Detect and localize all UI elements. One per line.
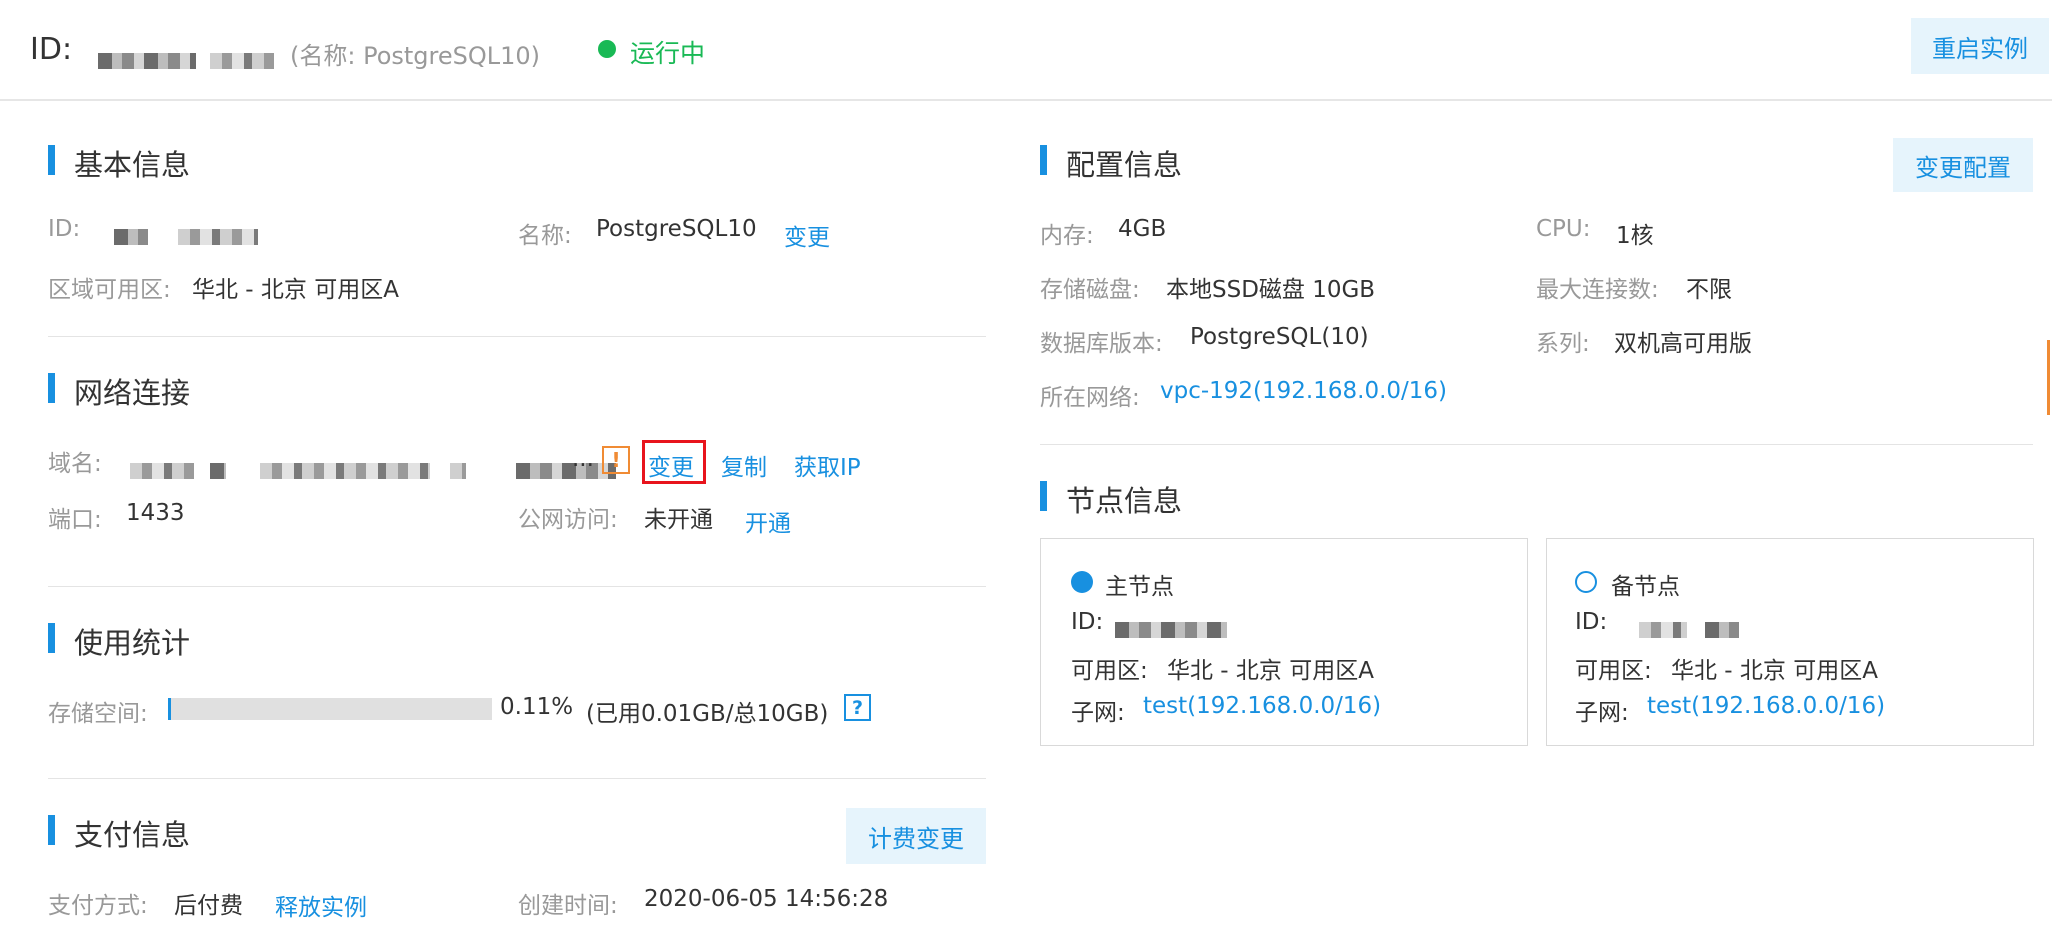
payment-title: 支付信息	[48, 812, 190, 854]
divider	[1040, 444, 2033, 445]
primary-node-zone-label: 可用区:	[1071, 658, 1148, 684]
memory-value: 4GB	[1118, 216, 1167, 242]
primary-node-card: 主节点 ID: 可用区: 华北 - 北京 可用区A 子网: test(192.1…	[1040, 538, 1528, 746]
primary-node-subnet-label: 子网:	[1071, 700, 1125, 726]
divider	[48, 336, 986, 337]
standby-node-dot-icon	[1575, 571, 1597, 593]
change-domain-link[interactable]: 变更	[648, 448, 694, 482]
network-label: 所在网络:	[1040, 385, 1140, 411]
help-icon[interactable]: ?	[844, 694, 871, 721]
zone-value: 华北 - 北京 可用区A	[192, 277, 399, 303]
vpc-link[interactable]: vpc-192(192.168.0.0/16)	[1160, 378, 1447, 404]
payment-method-label: 支付方式:	[48, 893, 148, 919]
standby-node-id-masked	[1639, 615, 1739, 643]
standby-node-subnet-label: 子网:	[1575, 700, 1629, 726]
domain-ellipsis: ...	[572, 446, 594, 472]
payment-method-value: 后付费	[174, 893, 243, 919]
warning-icon: !	[602, 446, 630, 474]
standby-node-subnet-link[interactable]: test(192.168.0.0/16)	[1647, 693, 1885, 719]
domain-masked	[130, 456, 616, 484]
divider	[48, 586, 986, 587]
primary-node-id-label: ID:	[1071, 609, 1104, 635]
port-value: 1433	[126, 500, 185, 526]
disk-label: 存储磁盘:	[1040, 277, 1140, 303]
standby-node-card: 备节点 ID: 可用区: 华北 - 北京 可用区A 子网: test(192.1…	[1546, 538, 2034, 746]
public-access-label: 公网访问:	[518, 507, 618, 533]
primary-node-dot-icon	[1071, 571, 1093, 593]
status-text: 运行中	[630, 39, 706, 68]
standby-node-zone-label: 可用区:	[1575, 658, 1652, 684]
scroll-edge-marker	[2047, 340, 2050, 415]
instance-id-label: ID:	[30, 32, 73, 67]
cpu-label: CPU:	[1536, 216, 1591, 242]
open-public-access-link[interactable]: 开通	[745, 504, 791, 538]
series-label: 系列:	[1536, 331, 1590, 357]
primary-node-subnet-link[interactable]: test(192.168.0.0/16)	[1143, 693, 1381, 719]
get-ip-link[interactable]: 获取IP	[794, 448, 861, 482]
disk-value: 本地SSD磁盘 10GB	[1166, 277, 1376, 303]
standby-node-name: 备节点	[1611, 574, 1680, 600]
storage-label: 存储空间:	[48, 701, 148, 727]
storage-progress-bar	[168, 698, 492, 720]
port-label: 端口:	[48, 507, 102, 533]
change-config-button[interactable]: 变更配置	[1893, 138, 2033, 192]
usage-title: 使用统计	[48, 620, 190, 662]
memory-label: 内存:	[1040, 223, 1094, 249]
public-access-value: 未开通	[644, 507, 713, 533]
primary-node-id-masked	[1115, 615, 1227, 643]
nodes-title: 节点信息	[1040, 478, 1182, 520]
basic-info-title: 基本信息	[48, 142, 190, 184]
storage-percent: 0.11%	[500, 694, 574, 720]
divider	[48, 778, 986, 779]
config-title: 配置信息	[1040, 142, 1182, 184]
network-title: 网络连接	[48, 370, 190, 412]
max-connections-label: 最大连接数:	[1536, 277, 1659, 303]
zone-label: 区域可用区:	[48, 277, 171, 303]
copy-domain-link[interactable]: 复制	[721, 448, 767, 482]
basic-name-value: PostgreSQL10	[596, 216, 757, 242]
standby-node-id-label: ID:	[1575, 609, 1608, 635]
rename-link[interactable]: 变更	[784, 218, 830, 252]
basic-name-label: 名称:	[518, 223, 572, 249]
instance-name-hint: (名称: PostgreSQL10)	[290, 42, 541, 70]
primary-node-zone-value: 华北 - 北京 可用区A	[1167, 658, 1374, 684]
db-version-label: 数据库版本:	[1040, 331, 1163, 357]
series-value: 双机高可用版	[1614, 331, 1752, 357]
primary-node-name: 主节点	[1105, 574, 1174, 600]
billing-change-button[interactable]: 计费变更	[846, 808, 986, 864]
max-connections-value: 不限	[1686, 277, 1732, 303]
db-version-value: PostgreSQL(10)	[1190, 324, 1369, 350]
standby-node-zone-value: 华北 - 北京 可用区A	[1671, 658, 1878, 684]
created-time-label: 创建时间:	[518, 893, 618, 919]
cpu-value: 1核	[1616, 223, 1654, 249]
storage-detail: (已用0.01GB/总10GB)	[586, 701, 829, 727]
status-dot-icon	[598, 40, 616, 58]
instance-header: ID: (名称: PostgreSQL10) 运行中 重启实例	[0, 0, 2052, 101]
domain-label: 域名:	[48, 451, 102, 477]
basic-id-label: ID:	[48, 216, 81, 242]
created-time-value: 2020-06-05 14:56:28	[644, 886, 889, 912]
basic-id-masked	[114, 222, 258, 250]
instance-id-masked	[98, 46, 274, 74]
restart-instance-button[interactable]: 重启实例	[1911, 18, 2049, 74]
release-instance-link[interactable]: 释放实例	[275, 888, 367, 922]
